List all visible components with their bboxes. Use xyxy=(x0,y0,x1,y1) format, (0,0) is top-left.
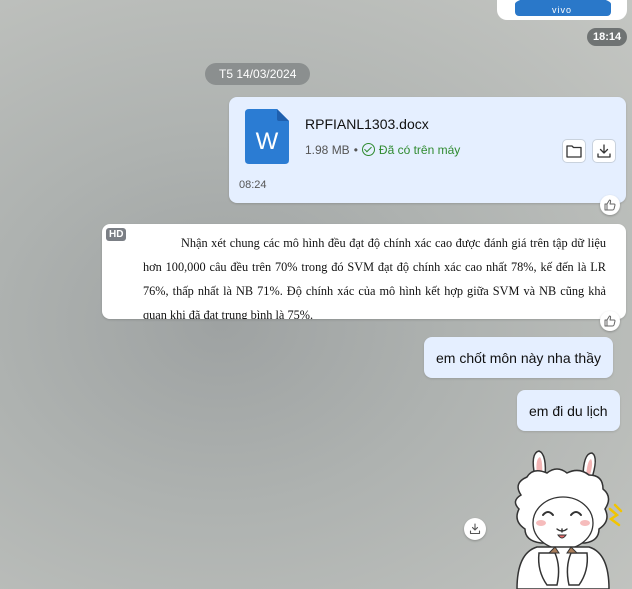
file-meta: 1.98 MB • Đã có trên máy xyxy=(305,143,460,157)
thumbs-up-icon xyxy=(604,315,616,327)
file-status-label: Đã có trên máy xyxy=(378,143,461,157)
react-like-button[interactable] xyxy=(600,311,620,331)
download-icon xyxy=(597,144,611,158)
download-button[interactable] xyxy=(592,139,616,163)
image-text: Nhận xét chung các mô hình đều đạt độ ch… xyxy=(143,236,606,319)
sticker-partial[interactable]: vivo xyxy=(497,0,627,20)
text-message[interactable]: em đi du lịch xyxy=(517,390,620,431)
file-time: 08:24 xyxy=(239,179,267,191)
sticker-time: 18:14 xyxy=(587,28,628,46)
file-status: Đã có trên máy xyxy=(361,143,461,157)
folder-icon xyxy=(566,145,582,158)
sticker-download-button[interactable] xyxy=(464,518,486,540)
file-message[interactable]: W RPFIANL1303.docx 1.98 MB • Đã có trên má… xyxy=(229,97,626,203)
download-icon xyxy=(469,523,481,535)
image-message[interactable]: HD Nhận xét chung các mô hình đều đạt độ… xyxy=(102,224,626,319)
hd-badge: HD xyxy=(106,228,127,241)
react-like-button[interactable] xyxy=(600,195,620,215)
meta-separator: • xyxy=(353,143,358,157)
text-message[interactable]: em chốt môn này nha thầy xyxy=(424,337,613,378)
word-icon-letter: W xyxy=(256,128,279,155)
open-folder-button[interactable] xyxy=(562,139,586,163)
alpaca-sticker[interactable] xyxy=(503,449,632,589)
check-circle-icon xyxy=(361,143,375,156)
alpaca-sticker-drawing xyxy=(514,450,623,589)
sticker-brand-text: vivo xyxy=(551,5,572,15)
word-doc-icon: W xyxy=(245,109,289,164)
file-name[interactable]: RPFIANL1303.docx xyxy=(305,116,429,132)
date-separator: T5 14/03/2024 xyxy=(205,63,311,85)
thumbs-up-icon xyxy=(604,199,616,211)
file-size: 1.98 MB xyxy=(305,143,350,157)
